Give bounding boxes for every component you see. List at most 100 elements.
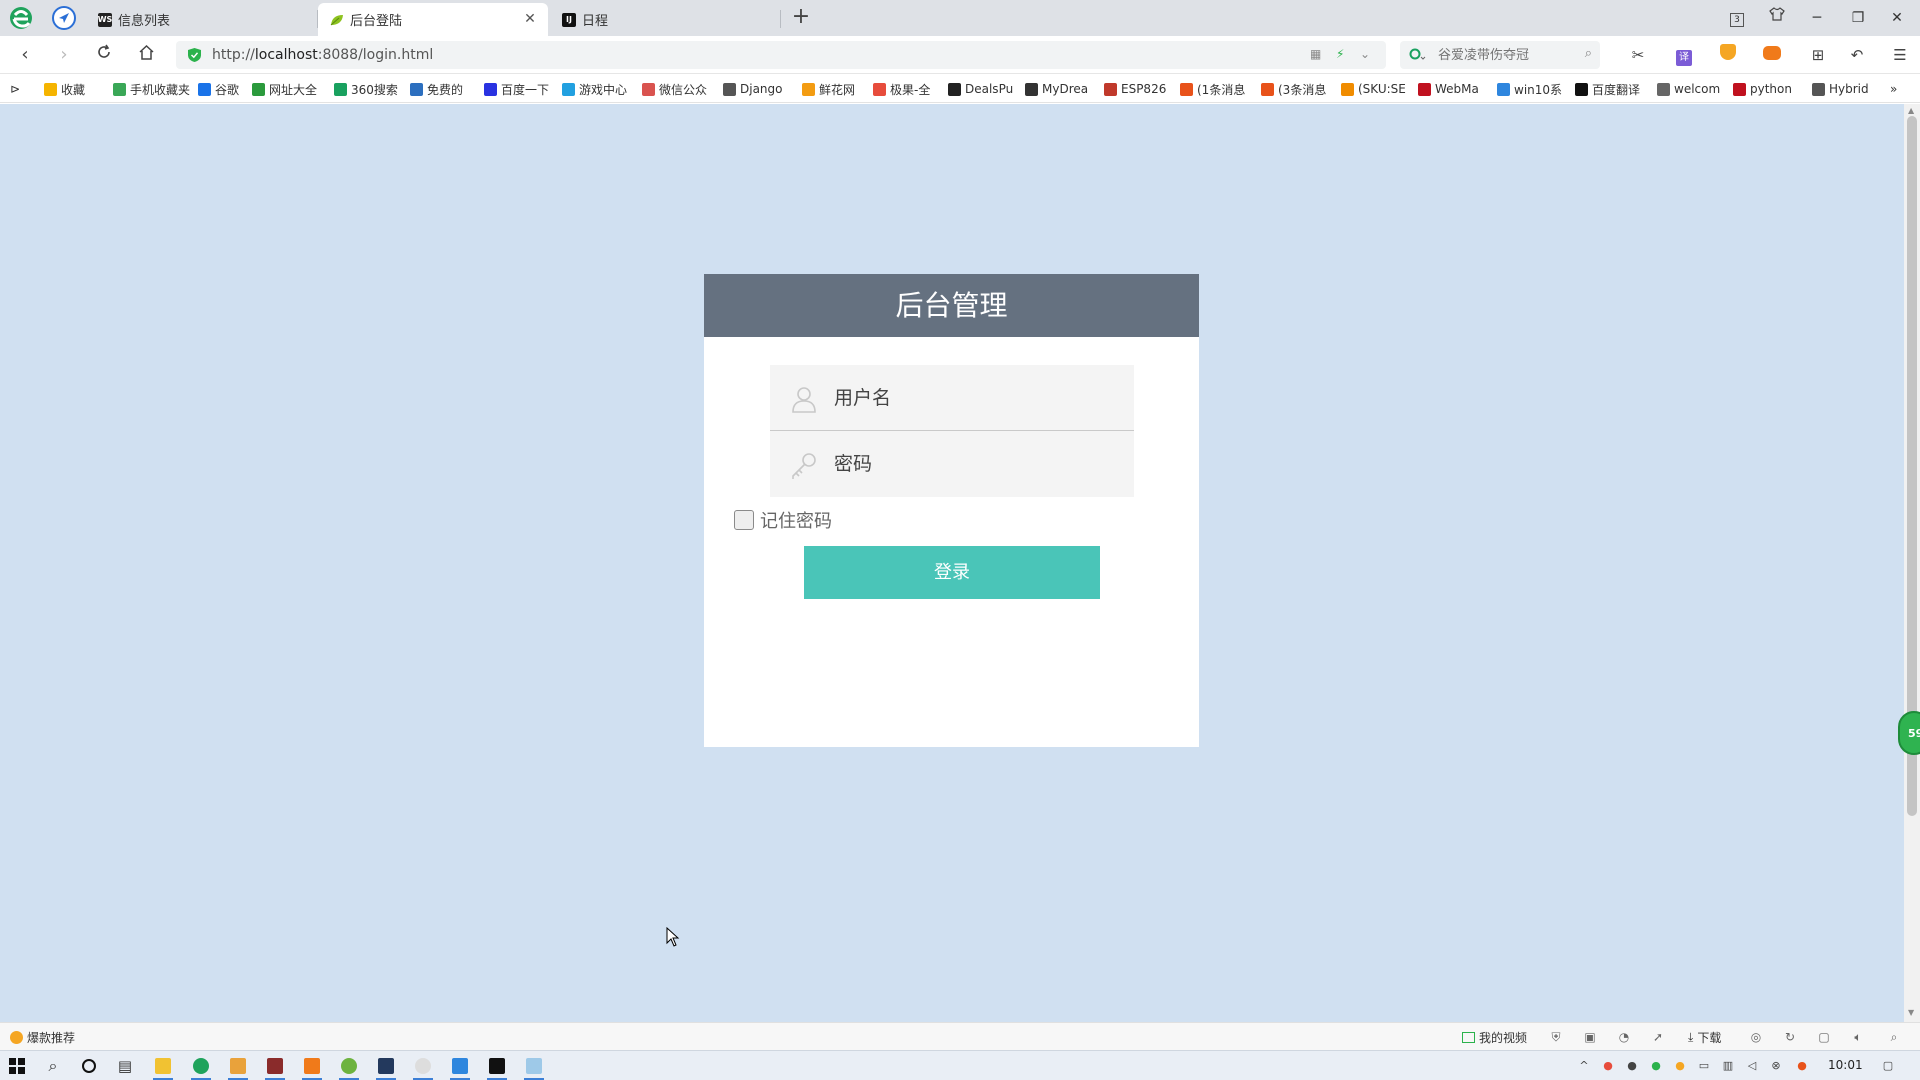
bookmark-item[interactable]: win10系 <box>1497 80 1562 98</box>
home-button[interactable] <box>135 44 157 66</box>
window-icon[interactable]: ▢ <box>1816 1029 1832 1045</box>
tab-admin-login[interactable]: 后台登陆 ✕ <box>318 3 548 36</box>
security-shield-icon[interactable]: ⛨ <box>1548 1029 1564 1045</box>
cortana-icon[interactable] <box>76 1054 102 1078</box>
bookmark-item[interactable]: 收藏 <box>44 80 85 98</box>
app-taskbar-icon-2[interactable] <box>262 1054 288 1080</box>
search-box[interactable]: ⌕ <box>1400 41 1600 69</box>
sync-icon[interactable]: ↻ <box>1782 1029 1798 1045</box>
undo-close-icon[interactable]: ↶ <box>1845 44 1869 66</box>
translate-icon[interactable]: 译 <box>1672 44 1696 66</box>
address-bar[interactable]: http://localhost:8088/login.html ▦ ⚡ ⌄ <box>176 41 1386 69</box>
app-taskbar-icon-5[interactable] <box>373 1054 399 1080</box>
sidebar-toggle-icon[interactable]: ⊳ <box>10 80 20 98</box>
wechat-icon[interactable]: ● <box>1648 1058 1664 1074</box>
bookmark-item[interactable]: welcom <box>1657 80 1720 98</box>
login-button[interactable]: 登录 <box>804 546 1100 599</box>
file-explorer-icon[interactable] <box>150 1054 176 1080</box>
bookmark-item[interactable]: Django <box>723 80 783 98</box>
app-taskbar-icon-6[interactable] <box>410 1054 436 1080</box>
windows-start-icon[interactable] <box>4 1054 30 1078</box>
volume-icon[interactable]: 🔈︎ <box>1850 1029 1866 1045</box>
taskbar-clock[interactable]: 10:01 <box>1828 1058 1863 1072</box>
skin-shirt-icon[interactable] <box>1765 6 1789 30</box>
back-button[interactable]: ‹ <box>14 44 36 66</box>
scroll-down-icon[interactable]: ▼ <box>1908 1008 1914 1017</box>
tray-app-icon-3[interactable]: ⊗ <box>1768 1058 1784 1074</box>
app-taskbar-icon-4[interactable] <box>336 1054 362 1080</box>
app-taskbar-icon-7[interactable] <box>447 1054 473 1080</box>
bookmark-item[interactable]: 网址大全 <box>252 80 317 98</box>
app-taskbar-icon-3[interactable] <box>299 1054 325 1080</box>
url-text[interactable]: http://localhost:8088/login.html <box>212 47 433 63</box>
browser-logo-icon[interactable] <box>8 5 34 31</box>
navigation-compass-icon[interactable] <box>52 6 76 30</box>
my-video-button[interactable]: 我的视频 <box>1462 1029 1527 1046</box>
tray-app-icon-1[interactable]: ● <box>1600 1058 1616 1074</box>
zoom-icon[interactable]: ⌕ <box>1886 1029 1902 1045</box>
password-input[interactable] <box>834 448 1114 480</box>
bookmark-item[interactable]: 游戏中心 <box>562 80 627 98</box>
hot-recommend[interactable]: 爆款推荐 <box>10 1029 75 1046</box>
bookmark-item[interactable]: 手机收藏夹 <box>113 80 190 98</box>
url-dropdown-icon[interactable]: ⌄ <box>1360 47 1370 61</box>
username-input[interactable] <box>834 382 1114 414</box>
download-button[interactable]: ⤓ 下载 <box>1688 1029 1721 1046</box>
battery-icon[interactable]: ▭ <box>1696 1058 1712 1074</box>
search-icon[interactable]: ⌕ <box>40 1054 66 1078</box>
bookmark-item[interactable]: 百度一下 <box>484 80 549 98</box>
close-tab-icon[interactable]: ✕ <box>522 11 538 27</box>
search-input[interactable] <box>1438 45 1568 65</box>
volume-tray-icon[interactable]: ◁ <box>1744 1058 1760 1074</box>
bookmark-item[interactable]: (SKU:SE <box>1341 80 1406 98</box>
tray-expand-icon[interactable]: ^ <box>1576 1058 1592 1074</box>
bookmark-item[interactable]: python <box>1733 80 1792 98</box>
bookmark-item[interactable]: 极果-全 <box>873 80 930 98</box>
intellij-taskbar-icon[interactable] <box>484 1054 510 1080</box>
image-icon[interactable]: ▣ <box>1582 1029 1598 1045</box>
network-icon[interactable]: ▥ <box>1720 1058 1736 1074</box>
bookmark-item[interactable]: DealsPu <box>948 80 1013 98</box>
bookmark-item[interactable]: Hybrid <box>1812 80 1869 98</box>
search-engine-icon[interactable] <box>1409 48 1427 62</box>
history-icon[interactable]: ◔ <box>1616 1029 1632 1045</box>
app-taskbar-icon-1[interactable] <box>225 1054 251 1080</box>
remember-password[interactable]: 记住密码 <box>734 507 832 533</box>
vertical-scrollbar[interactable]: ▲ ▼ <box>1904 104 1920 1022</box>
apps-grid-icon[interactable]: ⊞ <box>1806 44 1830 66</box>
shield-extension-icon[interactable] <box>1716 44 1740 66</box>
password-field[interactable] <box>770 431 1134 497</box>
bookmark-item[interactable]: MyDrea <box>1025 80 1088 98</box>
bookmark-item[interactable]: 360搜索 <box>334 80 398 98</box>
speed-mode-icon[interactable]: ⚡ <box>1336 47 1344 61</box>
task-view-icon[interactable]: ▤ <box>112 1054 138 1078</box>
notepad-taskbar-icon[interactable] <box>521 1054 547 1080</box>
qr-code-icon[interactable]: ▦ <box>1310 47 1321 61</box>
forward-button[interactable]: › <box>53 44 75 66</box>
close-window-button[interactable]: ✕ <box>1885 6 1909 30</box>
search-icon[interactable]: ⌕ <box>1585 46 1592 61</box>
scroll-up-icon[interactable]: ▲ <box>1908 106 1914 115</box>
bookmark-item[interactable]: 百度翻译 <box>1575 80 1640 98</box>
more-bookmarks-button[interactable]: » <box>1890 80 1897 98</box>
menu-icon[interactable]: ☰ <box>1888 44 1912 66</box>
bookmark-item[interactable]: (1条消息 <box>1180 80 1245 98</box>
tab-count-button[interactable]: 3 <box>1725 6 1749 30</box>
bookmark-item[interactable]: 鲜花网 <box>802 80 855 98</box>
bookmark-item[interactable]: (3条消息 <box>1261 80 1326 98</box>
new-tab-button[interactable]: + <box>789 6 813 30</box>
browser-taskbar-icon[interactable] <box>188 1054 214 1080</box>
tray-app-icon-4[interactable]: ● <box>1794 1058 1810 1074</box>
username-field[interactable] <box>770 365 1134 431</box>
restore-button[interactable]: ❐ <box>1846 6 1870 30</box>
bookmark-item[interactable]: ESP826 <box>1104 80 1166 98</box>
qq-icon[interactable]: ● <box>1624 1058 1640 1074</box>
tray-app-icon-2[interactable]: ● <box>1672 1058 1688 1074</box>
notification-center-icon[interactable]: ▢ <box>1880 1058 1896 1074</box>
minimize-button[interactable]: ─ <box>1805 6 1829 30</box>
tab-info-list[interactable]: WS 信息列表 <box>86 3 316 36</box>
screenshot-scissors-icon[interactable]: ✂ <box>1626 44 1650 66</box>
bookmark-item[interactable]: 免费的 <box>410 80 463 98</box>
incognito-icon[interactable]: ◎ <box>1748 1029 1764 1045</box>
game-extension-icon[interactable] <box>1760 44 1784 66</box>
